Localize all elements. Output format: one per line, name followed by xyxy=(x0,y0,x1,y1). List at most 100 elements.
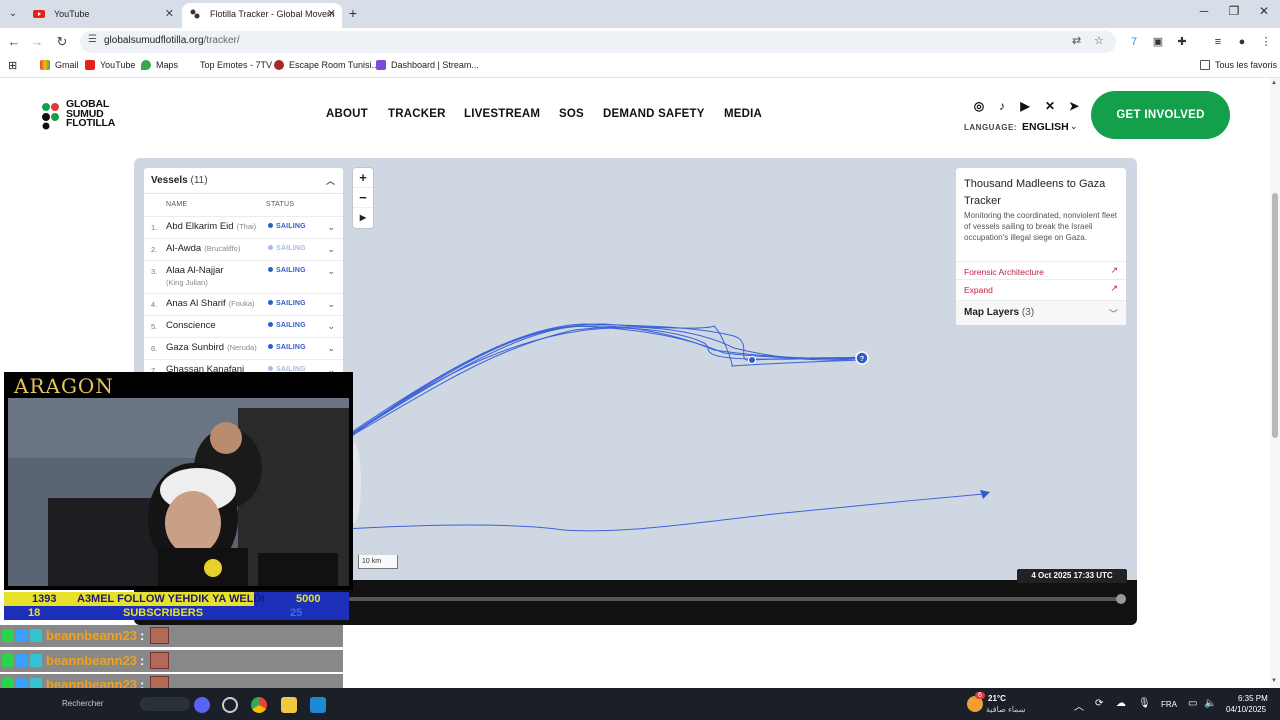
extension-7tv-icon[interactable]: 7 xyxy=(1126,34,1142,50)
vessel-row[interactable]: 4. Anas Al Sharif (Fouka) SAILING ⌄ xyxy=(144,293,343,315)
tracker-info-card: Thousand Madleens to Gaza Tracker Monito… xyxy=(956,168,1126,325)
zoom-out-button[interactable]: − xyxy=(353,188,373,208)
scroll-down-icon[interactable]: ▼ xyxy=(1271,678,1277,684)
forward-button[interactable]: → xyxy=(27,32,47,52)
chevron-down-icon[interactable]: ⌄ xyxy=(1070,121,1078,132)
clock-date[interactable]: 04/10/2025 xyxy=(1226,705,1266,714)
chat-username[interactable]: beannbeann23 xyxy=(46,653,137,668)
apps-grid-icon[interactable]: ⊞ xyxy=(8,59,17,72)
site-logo[interactable]: GLOBAL SUMUD FLOTILLA xyxy=(40,99,136,134)
x-twitter-icon[interactable]: ✕ xyxy=(1042,98,1058,114)
close-tab-icon[interactable]: ✕ xyxy=(165,3,174,25)
vessel-number: 1. xyxy=(151,223,158,232)
scroll-up-icon[interactable]: ▲ xyxy=(1271,80,1277,86)
chevron-down-icon[interactable]: ⌄ xyxy=(327,343,335,354)
page-scrollbar[interactable]: ▲ ▼ xyxy=(1270,78,1280,688)
nav-sos[interactable]: SOS xyxy=(559,108,584,120)
taskbar-search[interactable] xyxy=(140,697,190,711)
vessels-panel-header[interactable]: Vessels (11) ︿ xyxy=(144,168,343,194)
all-bookmarks[interactable]: Tous les favoris xyxy=(1200,60,1277,70)
menu-icon[interactable]: ⋮ xyxy=(1258,34,1274,50)
tab-youtube[interactable]: YouTube ✕ xyxy=(26,3,180,28)
status-dot-icon xyxy=(268,267,273,272)
webcam-overlay: ARAGON xyxy=(4,372,353,590)
cloud-icon[interactable]: ☁ xyxy=(1116,698,1126,709)
forensic-architecture-link[interactable]: Forensic Architecture ↗ xyxy=(956,261,1126,279)
chevron-down-icon[interactable]: ⌄ xyxy=(327,266,335,277)
reading-list-icon[interactable]: ≡ xyxy=(1210,34,1226,50)
obs-icon[interactable] xyxy=(222,697,238,713)
expand-link[interactable]: Expand ↗ xyxy=(956,279,1126,297)
translate-icon[interactable]: ⇄ xyxy=(1072,34,1081,47)
address-bar[interactable]: ☰ globalsumudflotilla.org/tracker/ ⇄ ☆ xyxy=(80,31,1116,53)
instagram-icon[interactable]: ◎ xyxy=(971,98,987,114)
timeline-handle[interactable] xyxy=(1116,594,1126,604)
file-explorer-icon[interactable] xyxy=(281,697,297,713)
network-icon[interactable]: ▭ xyxy=(1188,698,1197,709)
play-icon[interactable]: ▶ xyxy=(353,208,373,228)
close-tab-icon[interactable]: ✕ xyxy=(327,3,336,25)
chevron-up-icon[interactable]: ︿ xyxy=(326,174,335,187)
vessel-row[interactable]: 1. Abd Elkarim Eid (Thai) SAILING ⌄ xyxy=(144,216,343,238)
tray-chevron-icon[interactable]: ︿ xyxy=(1074,698,1084,713)
streamlabs-icon xyxy=(376,60,386,70)
weather-badge: 6 xyxy=(975,692,985,699)
reload-button[interactable]: ↻ xyxy=(52,32,72,52)
status-badge: SAILING xyxy=(268,245,306,252)
nav-demand-safety[interactable]: DEMAND SAFETY xyxy=(603,108,705,120)
chrome-icon[interactable] xyxy=(251,697,267,713)
telegram-icon[interactable]: ➤ xyxy=(1066,98,1082,114)
input-language[interactable]: FRA xyxy=(1161,700,1177,709)
vessel-row[interactable]: 6. Gaza Sunbird (Neruda) SAILING ⌄ xyxy=(144,337,343,359)
nav-livestream[interactable]: LIVESTREAM xyxy=(464,108,540,120)
get-involved-button[interactable]: GET INVOLVED xyxy=(1091,91,1230,139)
chevron-down-icon[interactable]: ⌄ xyxy=(327,321,335,332)
back-button[interactable]: ← xyxy=(4,32,24,52)
bookmark-7tv[interactable]: Top Emotes - 7TV xyxy=(200,60,272,70)
chat-separator: : xyxy=(140,653,145,668)
chevron-down-icon[interactable]: ⌄ xyxy=(327,299,335,310)
bookmark-maps[interactable]: Maps xyxy=(141,60,178,70)
bookmark-streamlabs[interactable]: Dashboard | Stream... xyxy=(376,60,479,70)
timeline-track[interactable] xyxy=(349,597,1124,601)
chevron-down-icon[interactable]: ⌄ xyxy=(327,244,335,255)
bookmark-gmail[interactable]: Gmail xyxy=(40,60,79,70)
volume-icon[interactable]: 🔈 xyxy=(1204,698,1216,709)
extension-icon[interactable]: ▣ xyxy=(1150,34,1166,50)
vessel-row[interactable]: 3. Alaa Al-Najjar (King Julian) SAILING ⌄ xyxy=(144,260,343,293)
youtube-icon[interactable]: ▶ xyxy=(1017,98,1033,114)
puzzle-extensions-icon[interactable]: ✚ xyxy=(1174,34,1190,50)
close-window-button[interactable]: ✕ xyxy=(1254,4,1274,18)
vessel-arrow-icon[interactable] xyxy=(980,490,990,499)
new-tab-button[interactable]: + xyxy=(344,4,362,22)
tab-flotilla-tracker[interactable]: Flotilla Tracker - Global Movem ✕ xyxy=(182,3,342,28)
tab-search-dropdown[interactable]: ⌄ xyxy=(4,5,22,23)
chevron-down-icon[interactable]: ⌄ xyxy=(327,222,335,233)
weather-desc: سماء صافية xyxy=(986,705,1026,714)
scrollbar-thumb[interactable] xyxy=(1272,193,1278,438)
chat-username[interactable]: beannbeann23 xyxy=(46,628,137,643)
bookmark-star-icon[interactable]: ☆ xyxy=(1094,34,1104,47)
zoom-in-button[interactable]: + xyxy=(353,168,373,188)
vessel-alias: (Fouka) xyxy=(228,299,255,308)
nav-tracker[interactable]: TRACKER xyxy=(388,108,446,120)
nav-about[interactable]: ABOUT xyxy=(326,108,368,120)
vessel-row[interactable]: 2. Al-Awda (Brucaliffo) SAILING ⌄ xyxy=(144,238,343,260)
microphone-icon[interactable]: 🎙 xyxy=(1138,698,1151,709)
site-info-icon[interactable]: ☰ xyxy=(88,34,97,45)
bookmark-youtube[interactable]: YouTube xyxy=(85,60,135,70)
tiktok-icon[interactable]: ♪ xyxy=(994,98,1010,114)
vessel-row[interactable]: 5. Conscience SAILING ⌄ xyxy=(144,315,343,337)
profile-icon[interactable]: ● xyxy=(1234,34,1250,50)
restore-button[interactable]: ❐ xyxy=(1224,4,1244,18)
discord-icon[interactable] xyxy=(194,697,210,713)
clock-time[interactable]: 6:35 PM xyxy=(1238,694,1268,703)
language-select[interactable]: ENGLISH xyxy=(1022,121,1069,133)
minimize-button[interactable]: ─ xyxy=(1194,4,1214,18)
vscode-icon[interactable] xyxy=(310,697,326,713)
vessel-marker[interactable] xyxy=(748,356,756,364)
map-layers-toggle[interactable]: Map Layers (3) ﹀ xyxy=(956,300,1126,325)
bookmark-escape-room[interactable]: Escape Room Tunisi... xyxy=(274,60,379,70)
nav-media[interactable]: MEDIA xyxy=(724,108,762,120)
sync-icon[interactable]: ⟳ xyxy=(1095,698,1103,709)
